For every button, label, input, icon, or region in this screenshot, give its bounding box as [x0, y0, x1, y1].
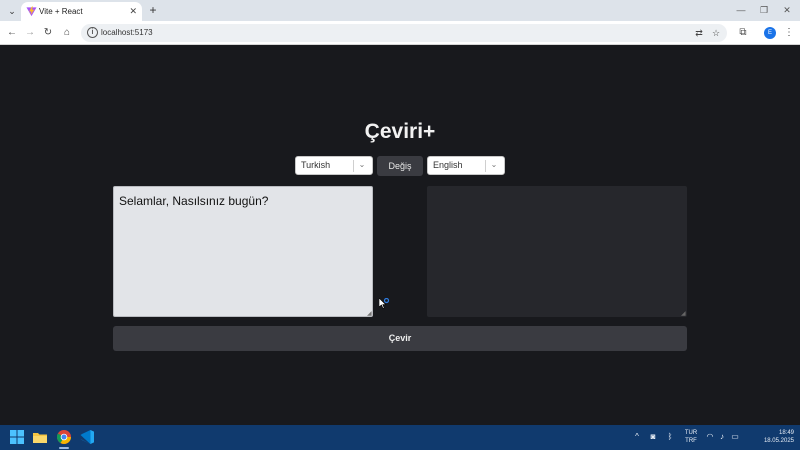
extensions-icon[interactable]: ⧉	[736, 25, 750, 41]
forward-icon[interactable]: →	[22, 25, 38, 41]
translate-icon[interactable]: ⇄	[692, 26, 706, 40]
tab-close-icon[interactable]: ✕	[129, 4, 137, 18]
file-explorer-icon[interactable]	[32, 429, 48, 445]
source-text-input[interactable]: Selamlar, Nasılsınız bugün?	[113, 186, 373, 317]
select-separator	[353, 160, 354, 172]
resize-grip-icon[interactable]: ◢	[681, 311, 687, 317]
tab-title: Vite + React	[39, 7, 83, 16]
keyboard-layout: TRF	[685, 438, 697, 444]
page-title: Çeviri+	[364, 120, 436, 143]
browser-tab[interactable]: Vite + React ✕	[21, 2, 142, 21]
windows-taskbar: ^ ◙ ᛒ TUR TRF ◠ ♪ ▭ 18:49 18.05.2025	[0, 425, 800, 450]
tab-search-icon[interactable]: ⌄	[4, 3, 20, 19]
browser-tabstrip: ⌄ Vite + React ✕ + — ❐ ✕	[0, 0, 800, 21]
chrome-icon[interactable]	[56, 429, 72, 445]
chevron-down-icon[interactable]: ⌄	[488, 158, 500, 172]
chevron-up-icon[interactable]: ^	[631, 431, 643, 443]
language-code: TUR	[684, 430, 698, 436]
home-icon[interactable]: ⌂	[59, 25, 75, 41]
windows-start-icon[interactable]	[9, 429, 25, 445]
browser-toolbar: ← → ↻ ⌂ i localhost:5173 ⇄ ☆ ⧉ E ⋮	[0, 21, 800, 45]
notification-icon[interactable]: ◙	[647, 431, 659, 443]
wifi-icon[interactable]: ◠	[704, 431, 716, 443]
chevron-down-icon[interactable]: ⌄	[356, 158, 368, 172]
restore-icon[interactable]: ❐	[753, 3, 775, 17]
resize-grip-icon[interactable]: ◢	[367, 311, 373, 317]
address-bar[interactable]: i localhost:5173 ⇄ ☆	[81, 24, 727, 42]
menu-icon[interactable]: ⋮	[783, 25, 795, 41]
vscode-icon[interactable]	[79, 429, 95, 445]
input-language-indicator[interactable]: TUR TRF	[682, 429, 700, 445]
clock-time: 18:49	[778, 430, 794, 436]
volume-icon[interactable]: ♪	[716, 431, 728, 443]
bookmark-star-icon[interactable]: ☆	[709, 26, 723, 40]
source-language-value: Turkish	[301, 160, 331, 170]
swap-languages-button[interactable]: Değiş	[377, 156, 423, 176]
back-icon[interactable]: ←	[4, 25, 20, 41]
source-language-select[interactable]: Turkish ⌄	[295, 156, 373, 175]
profile-avatar[interactable]: E	[764, 27, 776, 39]
new-tab-button[interactable]: +	[146, 2, 160, 18]
minimize-icon[interactable]: —	[730, 3, 752, 17]
url-text[interactable]: localhost:5173	[101, 26, 153, 40]
close-window-icon[interactable]: ✕	[776, 3, 798, 17]
select-separator	[485, 160, 486, 172]
loading-cursor-icon	[379, 298, 390, 309]
translate-button[interactable]: Çevir	[113, 326, 687, 351]
clock-date: 18.05.2025	[763, 438, 794, 444]
page-content: Çeviri+ Turkish ⌄ Değiş English ⌄ Selaml…	[0, 46, 800, 425]
taskbar-clock[interactable]: 18:49 18.05.2025	[744, 429, 794, 445]
bluetooth-icon[interactable]: ᛒ	[664, 431, 676, 443]
target-language-value: English	[433, 160, 463, 170]
target-language-select[interactable]: English ⌄	[427, 156, 505, 175]
active-app-indicator	[59, 447, 69, 449]
translation-output[interactable]	[427, 186, 687, 317]
battery-icon[interactable]: ▭	[729, 431, 741, 443]
vite-logo-icon	[26, 6, 37, 17]
reload-icon[interactable]: ↻	[40, 25, 56, 41]
site-info-icon[interactable]: i	[87, 27, 98, 38]
